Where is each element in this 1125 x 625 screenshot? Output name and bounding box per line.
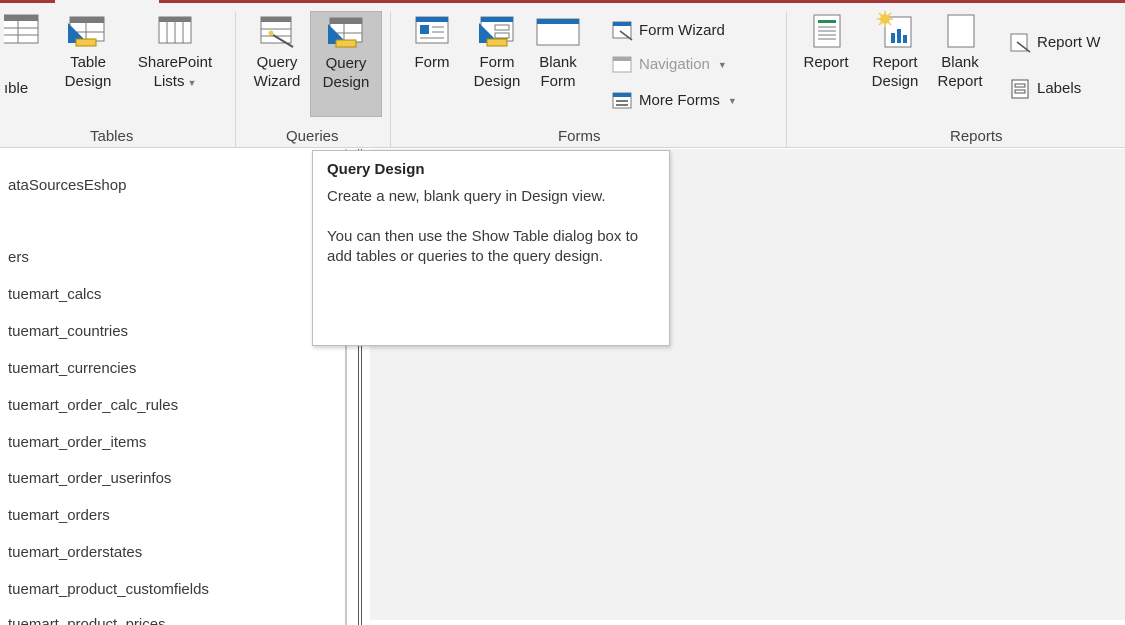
query-design-button[interactable]: Query Design (310, 11, 382, 117)
nav-item[interactable]: tuemart_order_calc_rules (8, 397, 178, 414)
tooltip-title: Query Design (327, 161, 425, 178)
more-forms-label: More Forms (639, 92, 720, 109)
separator (390, 12, 391, 147)
nav-item[interactable]: tuemart_product_customfields (8, 581, 209, 598)
separator (786, 12, 787, 147)
report-label: Report (803, 54, 849, 71)
blank-form-label-1: Blank (539, 54, 577, 71)
form-design-label-1: Form (479, 54, 515, 71)
nav-item[interactable]: tuemart_product_prices (8, 618, 166, 625)
nav-item[interactable]: tuemart_countries (8, 323, 128, 340)
labels-button[interactable]: Labels (1010, 77, 1081, 101)
report-design-button[interactable]: Report Design (864, 11, 926, 91)
queries-group-label: Queries (286, 128, 339, 145)
query-wizard-label-1: Query (256, 54, 298, 71)
form-button[interactable]: Form (406, 11, 458, 72)
navigation-icon (612, 56, 632, 73)
separator (235, 12, 236, 147)
table-button[interactable]: ıble (0, 11, 48, 98)
sharepoint-lists-button[interactable]: SharePoint Lists ▼ (120, 11, 230, 93)
nav-item[interactable]: tuemart_orders (8, 507, 110, 524)
sharepoint-list-icon (158, 16, 192, 44)
report-design-label-1: Report (872, 54, 918, 71)
table-icon (4, 14, 39, 44)
form-design-icon (479, 16, 514, 47)
form-wizard-button[interactable]: Form Wizard (612, 19, 725, 43)
navigation-label: Navigation (639, 56, 710, 73)
report-button[interactable]: Report (796, 11, 856, 72)
nav-group-header[interactable]: ataSourcesEshop (8, 177, 126, 194)
sharepoint-label-1: SharePoint (137, 54, 213, 71)
blank-form-button[interactable]: Blank Form (528, 11, 588, 91)
table-design-label-1: Table (70, 54, 106, 71)
nav-item[interactable]: tuemart_order_items (8, 434, 146, 451)
chevron-down-icon: ▼ (727, 96, 737, 106)
blank-form-label-2: Form (540, 73, 576, 90)
navigation-button[interactable]: Navigation ▼ (612, 53, 727, 77)
form-design-button[interactable]: Form Design (468, 11, 526, 91)
tables-group-label: Tables (90, 128, 134, 145)
query-design-tooltip: Query Design Create a new, blank query i… (312, 150, 670, 346)
reports-group-label: Reports (950, 128, 1003, 145)
blank-form-icon (536, 18, 580, 46)
report-wizard-button[interactable]: Report W (1010, 31, 1100, 55)
workspace-bottom-edge (362, 620, 1125, 625)
more-forms-button[interactable]: More Forms ▼ (612, 89, 737, 113)
table-design-button[interactable]: Table Design (58, 11, 118, 91)
form-wizard-icon (612, 21, 633, 41)
nav-item[interactable]: tuemart_currencies (8, 360, 136, 377)
nav-item[interactable]: tuemart_order_userinfos (8, 470, 171, 487)
ribbon-create: ıble Table Design SharePoint Lists ▼ Tabl… (0, 3, 1125, 148)
query-design-label-1: Query (325, 55, 367, 72)
report-wizard-label: Report W (1037, 34, 1101, 51)
chevron-down-icon: ▼ (717, 60, 727, 70)
sharepoint-label-2: Lists ▼ (153, 73, 197, 90)
blank-report-label-1: Blank (941, 54, 979, 71)
query-design-icon (328, 17, 363, 48)
report-icon (813, 14, 841, 48)
query-wizard-icon (260, 16, 294, 48)
form-design-label-2: Design (473, 73, 521, 90)
report-design-label-2: Design (871, 73, 919, 90)
tooltip-line-2: You can then use the Show Table dialog b… (327, 228, 639, 265)
nav-item[interactable]: tuemart_orderstates (8, 544, 142, 561)
form-label: Form (414, 54, 450, 71)
table-design-label-2: Design (64, 73, 112, 90)
navigation-pane: ataSourcesEshop ers tuemart_calcs tuemar… (0, 149, 333, 625)
more-forms-icon (612, 92, 632, 109)
query-wizard-label-2: Wizard (253, 73, 301, 90)
forms-group-label: Forms (558, 128, 601, 145)
blank-report-button[interactable]: Blank Report (930, 11, 990, 91)
report-wizard-icon (1010, 33, 1031, 53)
tooltip-line-1: Create a new, blank query in Design view… (327, 188, 606, 205)
table-design-icon (68, 16, 105, 47)
query-wizard-button[interactable]: Query Wizard (246, 11, 308, 91)
tooltip-body: Create a new, blank query in Design view… (327, 187, 655, 267)
table-label: ıble (4, 80, 29, 97)
report-design-icon (877, 11, 912, 48)
nav-item[interactable]: ers (8, 249, 29, 266)
blank-report-icon (947, 14, 975, 48)
form-icon (415, 16, 449, 44)
labels-label: Labels (1037, 80, 1082, 97)
blank-report-label-2: Report (937, 73, 983, 90)
query-design-label-2: Design (322, 74, 370, 91)
nav-item[interactable]: tuemart_calcs (8, 286, 101, 303)
form-wizard-label: Form Wizard (639, 22, 725, 39)
labels-icon (1011, 79, 1029, 99)
